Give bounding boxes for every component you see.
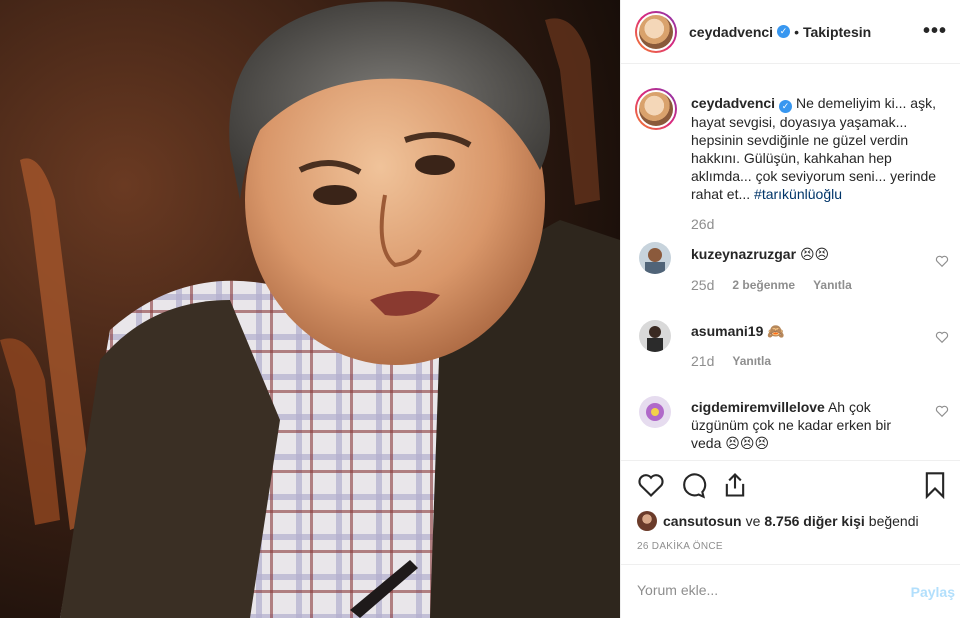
verified-badge-icon: ✓ xyxy=(777,25,791,38)
liker-username[interactable]: cansutosun xyxy=(663,513,742,529)
comment-time[interactable]: 21d xyxy=(691,353,714,369)
commenter-username[interactable]: kuzeynazruzgar xyxy=(691,246,796,262)
like-heart-icon[interactable] xyxy=(637,471,665,499)
commenter-avatar[interactable] xyxy=(639,242,671,274)
commenter-avatar[interactable] xyxy=(639,320,671,352)
comment-meta: 21d Yanıtla xyxy=(691,353,789,369)
comment-input[interactable] xyxy=(637,582,887,598)
caption-time[interactable]: 26d xyxy=(691,216,714,232)
save-bookmark-icon[interactable] xyxy=(921,471,949,499)
comment-time[interactable]: 25d xyxy=(691,277,714,293)
share-icon[interactable] xyxy=(721,471,749,499)
caption-avatar[interactable] xyxy=(635,88,677,130)
post-comment-button[interactable]: Paylaş xyxy=(911,584,955,600)
post-header: ceydadvenci ✓ • Takiptesin ••• xyxy=(621,0,960,64)
comment-like-heart-icon[interactable] xyxy=(935,330,949,344)
author-username[interactable]: ceydadvenci xyxy=(689,24,773,40)
author-avatar[interactable] xyxy=(635,10,677,53)
instagram-post: ceydadvenci ✓ • Takiptesin ••• ceydadven… xyxy=(0,0,960,618)
comment-body: 😣😣 xyxy=(799,246,830,262)
commenter-username[interactable]: cigdemiremvillelove xyxy=(691,399,825,415)
follow-status-button[interactable]: Takiptesin xyxy=(803,24,871,40)
liker-avatar[interactable] xyxy=(637,511,657,531)
caption-username[interactable]: ceydadvenci xyxy=(691,95,775,111)
comment-like-heart-icon[interactable] xyxy=(935,404,949,418)
likes-connector: ve xyxy=(745,513,761,529)
comment-meta: 25d 2 beğenme Yanıtla xyxy=(691,277,870,293)
post-side-panel: ceydadvenci ✓ • Takiptesin ••• ceydadven… xyxy=(620,0,960,618)
reply-button[interactable]: Yanıtla xyxy=(813,278,852,292)
comment-bubble-icon[interactable] xyxy=(679,471,707,499)
caption-text-block: ceydadvenci ✓ Ne demeliyim ki... aşk, hay… xyxy=(691,94,953,203)
comment-text: asumani19 🙈 xyxy=(691,322,915,340)
reply-button[interactable]: Yanıtla xyxy=(732,354,771,368)
comment-body: 🙈 xyxy=(767,323,785,339)
verified-badge-icon: ✓ xyxy=(779,100,793,113)
comment-likes-count[interactable]: 2 beğenme xyxy=(732,278,795,292)
post-actions-bar: cansutosun ve 8.756 diğer kişi beğendi 2… xyxy=(621,460,960,552)
post-timestamp[interactable]: 26 DAKİKA ÖNCE xyxy=(637,541,723,552)
post-photo[interactable] xyxy=(0,0,620,618)
comment-text: cigdemiremvillelove Ah çok üzgünüm çok n… xyxy=(691,398,915,452)
commenter-username[interactable]: asumani19 xyxy=(691,323,763,339)
likes-others-count[interactable]: 8.756 diğer kişi xyxy=(764,513,864,529)
portrait-photo-illustration xyxy=(0,0,620,618)
likes-summary: cansutosun ve 8.756 diğer kişi beğendi xyxy=(637,511,919,531)
separator-dot: • xyxy=(794,23,799,40)
caption-hashtag-link[interactable]: #tarıkünlüoğlu xyxy=(754,186,842,202)
more-options-icon[interactable]: ••• xyxy=(923,21,947,41)
comment-like-heart-icon[interactable] xyxy=(935,254,949,268)
comment-text: kuzeynazruzgar 😣😣 xyxy=(691,245,915,263)
likes-suffix: beğendi xyxy=(868,513,919,529)
commenter-avatar[interactable] xyxy=(639,396,671,428)
add-comment-bar: Paylaş xyxy=(621,564,960,618)
